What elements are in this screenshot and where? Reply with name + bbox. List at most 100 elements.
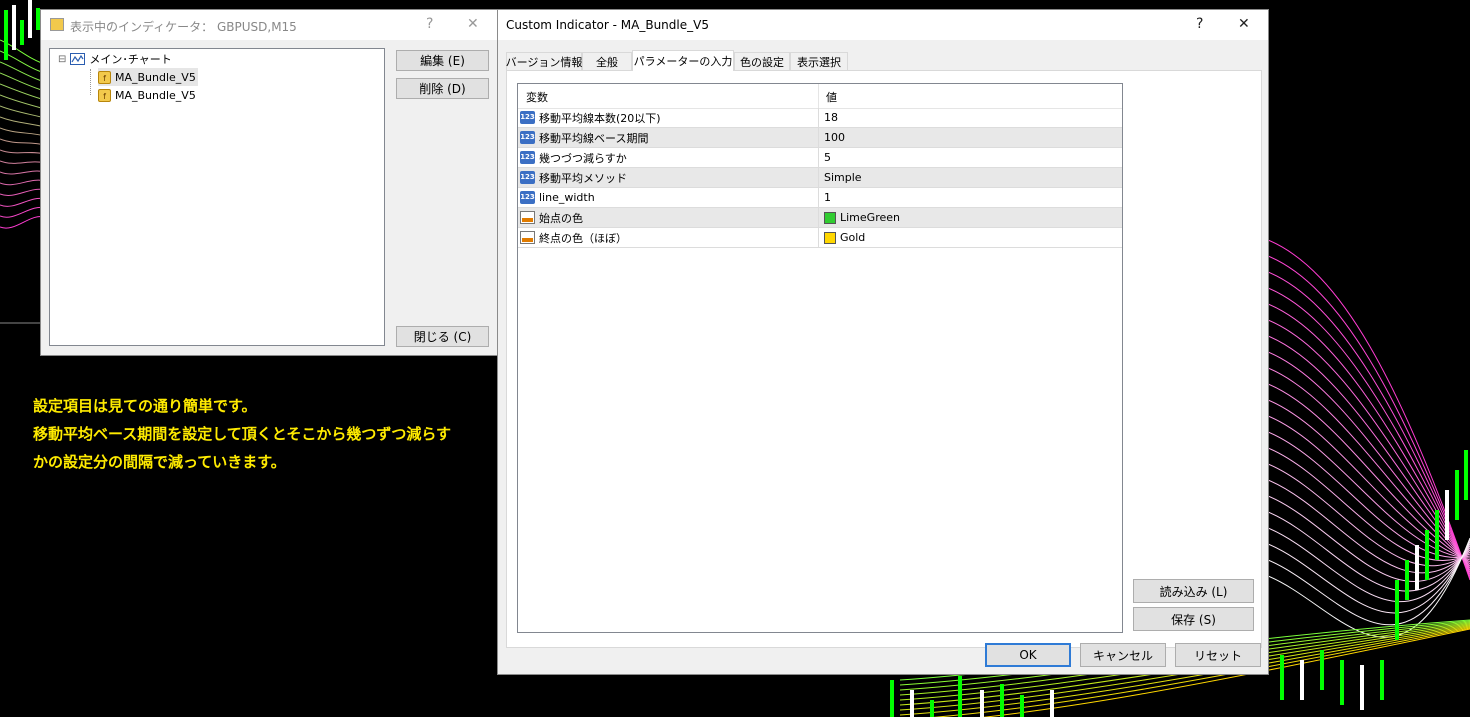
number-param-icon: 123: [520, 111, 535, 124]
parameter-name-text: 移動平均線ベース期間: [539, 131, 649, 145]
candle: [930, 700, 934, 717]
indicator-icon: f: [98, 70, 111, 84]
parameter-value[interactable]: Gold: [824, 228, 865, 247]
number-param-icon: 123: [520, 131, 535, 144]
parameter-value[interactable]: Simple: [824, 168, 862, 187]
candle: [1425, 530, 1429, 580]
parameter-name: 123 移動平均線本数(20以下): [520, 108, 661, 127]
indicator-list-titlebar[interactable]: 表示中のインディケータ： GBPUSD,M15 ? ✕: [41, 10, 497, 40]
tab-colors[interactable]: 色の設定: [734, 52, 790, 70]
table-row[interactable]: 終点の色（ほぼ） Gold: [518, 228, 1122, 248]
cancel-button[interactable]: キャンセル: [1080, 643, 1166, 667]
parameter-value[interactable]: 1: [824, 188, 831, 207]
color-param-icon: [520, 231, 535, 244]
tab-visualization[interactable]: 表示選択: [790, 52, 848, 70]
parameter-value-text: Simple: [824, 171, 862, 184]
indicator-list-title: 表示中のインディケータ： GBPUSD,M15: [70, 20, 297, 34]
parameter-name: 始点の色: [520, 208, 583, 227]
candle: [1445, 490, 1449, 540]
caption-line-3: かの設定分の間隔で減っていきます。: [33, 453, 286, 471]
custom-indicator-titlebar[interactable]: Custom Indicator - MA_Bundle_V5 ? ✕: [498, 10, 1268, 40]
parameter-value[interactable]: 100: [824, 128, 845, 147]
parameter-name-text: 移動平均線本数(20以下): [539, 111, 661, 125]
candle: [958, 676, 962, 717]
candle: [1464, 450, 1468, 500]
tab-general[interactable]: 全般: [582, 52, 632, 70]
close-icon[interactable]: ✕: [1238, 16, 1250, 32]
candle: [1340, 660, 1344, 705]
candle: [1360, 665, 1364, 710]
parameter-value-text: 18: [824, 111, 838, 124]
color-param-icon: [520, 211, 535, 224]
app-icon: [50, 18, 64, 31]
close-button[interactable]: 閉じる (C): [396, 326, 489, 347]
parameters-panel: 変数 値 123 移動平均線本数(20以下) 18 123 移動平均線ベース期間 100 1…: [506, 70, 1262, 648]
tab-parameters[interactable]: パラメーターの入力: [632, 50, 734, 71]
tree-root[interactable]: ⊟ メイン･チャート: [58, 50, 172, 68]
parameter-value-text: 1: [824, 191, 831, 204]
caption-line-1: 設定項目は見ての通り簡単です。: [33, 397, 257, 415]
close-icon[interactable]: ✕: [467, 16, 479, 32]
column-header-variable[interactable]: 変数: [526, 89, 548, 105]
candle: [12, 5, 16, 50]
candle: [1280, 655, 1284, 700]
candle: [28, 0, 32, 38]
parameters-grid[interactable]: 変数 値 123 移動平均線本数(20以下) 18 123 移動平均線ベース期間 100 1…: [517, 83, 1123, 633]
number-param-icon: 123: [520, 151, 535, 164]
ok-button[interactable]: OK: [985, 643, 1071, 667]
tree-item-indicator[interactable]: f MA_Bundle_V5: [98, 86, 196, 104]
tree-item-label: MA_Bundle_V5: [115, 88, 196, 102]
reset-button[interactable]: リセット: [1175, 643, 1261, 667]
candle: [20, 20, 24, 45]
tab-version[interactable]: バージョン情報: [506, 52, 582, 70]
parameter-name-text: 移動平均メソッド: [539, 171, 627, 185]
collapse-icon[interactable]: ⊟: [58, 54, 66, 65]
table-row[interactable]: 123 移動平均線本数(20以下) 18: [518, 108, 1122, 128]
parameter-value[interactable]: LimeGreen: [824, 208, 900, 227]
parameter-value-text: LimeGreen: [840, 211, 900, 224]
table-row[interactable]: 123 移動平均メソッド Simple: [518, 168, 1122, 188]
number-param-icon: 123: [520, 191, 535, 204]
candle: [1405, 560, 1409, 600]
parameter-name-text: 幾つづつ減らすか: [539, 151, 627, 165]
candle: [890, 680, 894, 717]
indicator-tree[interactable]: ⊟ メイン･チャート f MA_Bundle_V5 f MA_Bundle_V5: [49, 48, 385, 346]
column-header-value[interactable]: 値: [826, 89, 837, 105]
table-row[interactable]: 始点の色 LimeGreen: [518, 208, 1122, 228]
candle: [4, 10, 8, 60]
help-icon[interactable]: ?: [1196, 16, 1203, 32]
parameter-value[interactable]: 18: [824, 108, 838, 127]
color-swatch: [824, 211, 836, 224]
parameter-name: 123 幾つづつ減らすか: [520, 148, 627, 167]
tree-root-label: メイン･チャート: [89, 53, 172, 66]
save-button[interactable]: 保存 (S): [1133, 607, 1254, 631]
indicator-icon: f: [98, 88, 111, 102]
candle: [1415, 545, 1419, 590]
caption-line-2: 移動平均ベース期間を設定して頂くとそこから幾つずつ減らす: [33, 425, 452, 443]
help-icon[interactable]: ?: [426, 16, 433, 32]
tree-item-label: MA_Bundle_V5: [115, 70, 196, 84]
indicator-list-window: 表示中のインディケータ： GBPUSD,M15 ? ✕ ⊟ メイン･チャート f…: [40, 9, 498, 356]
delete-button[interactable]: 削除 (D): [396, 78, 489, 99]
custom-indicator-title: Custom Indicator - MA_Bundle_V5: [506, 18, 709, 32]
parameter-name-text: 終点の色（ほぼ）: [539, 231, 627, 245]
table-row[interactable]: 123 line_width 1: [518, 188, 1122, 208]
candle: [980, 690, 984, 717]
candle: [1380, 660, 1384, 700]
table-row[interactable]: 123 幾つづつ減らすか 5: [518, 148, 1122, 168]
tree-item-indicator[interactable]: f MA_Bundle_V5: [98, 68, 198, 86]
candle: [1320, 650, 1324, 690]
parameter-value-text: 100: [824, 131, 845, 144]
custom-indicator-window: Custom Indicator - MA_Bundle_V5 ? ✕ バージョ…: [497, 9, 1269, 675]
candle: [1455, 470, 1459, 520]
parameter-value[interactable]: 5: [824, 148, 831, 167]
candle: [1020, 695, 1024, 717]
parameter-name: 123 line_width: [520, 188, 595, 207]
parameter-name: 終点の色（ほぼ）: [520, 228, 627, 247]
table-row[interactable]: 123 移動平均線ベース期間 100: [518, 128, 1122, 148]
candle: [1300, 660, 1304, 700]
parameter-name: 123 移動平均線ベース期間: [520, 128, 648, 147]
parameter-value-text: Gold: [840, 231, 866, 244]
load-button[interactable]: 読み込み (L): [1133, 579, 1254, 603]
edit-button[interactable]: 編集 (E): [396, 50, 489, 71]
